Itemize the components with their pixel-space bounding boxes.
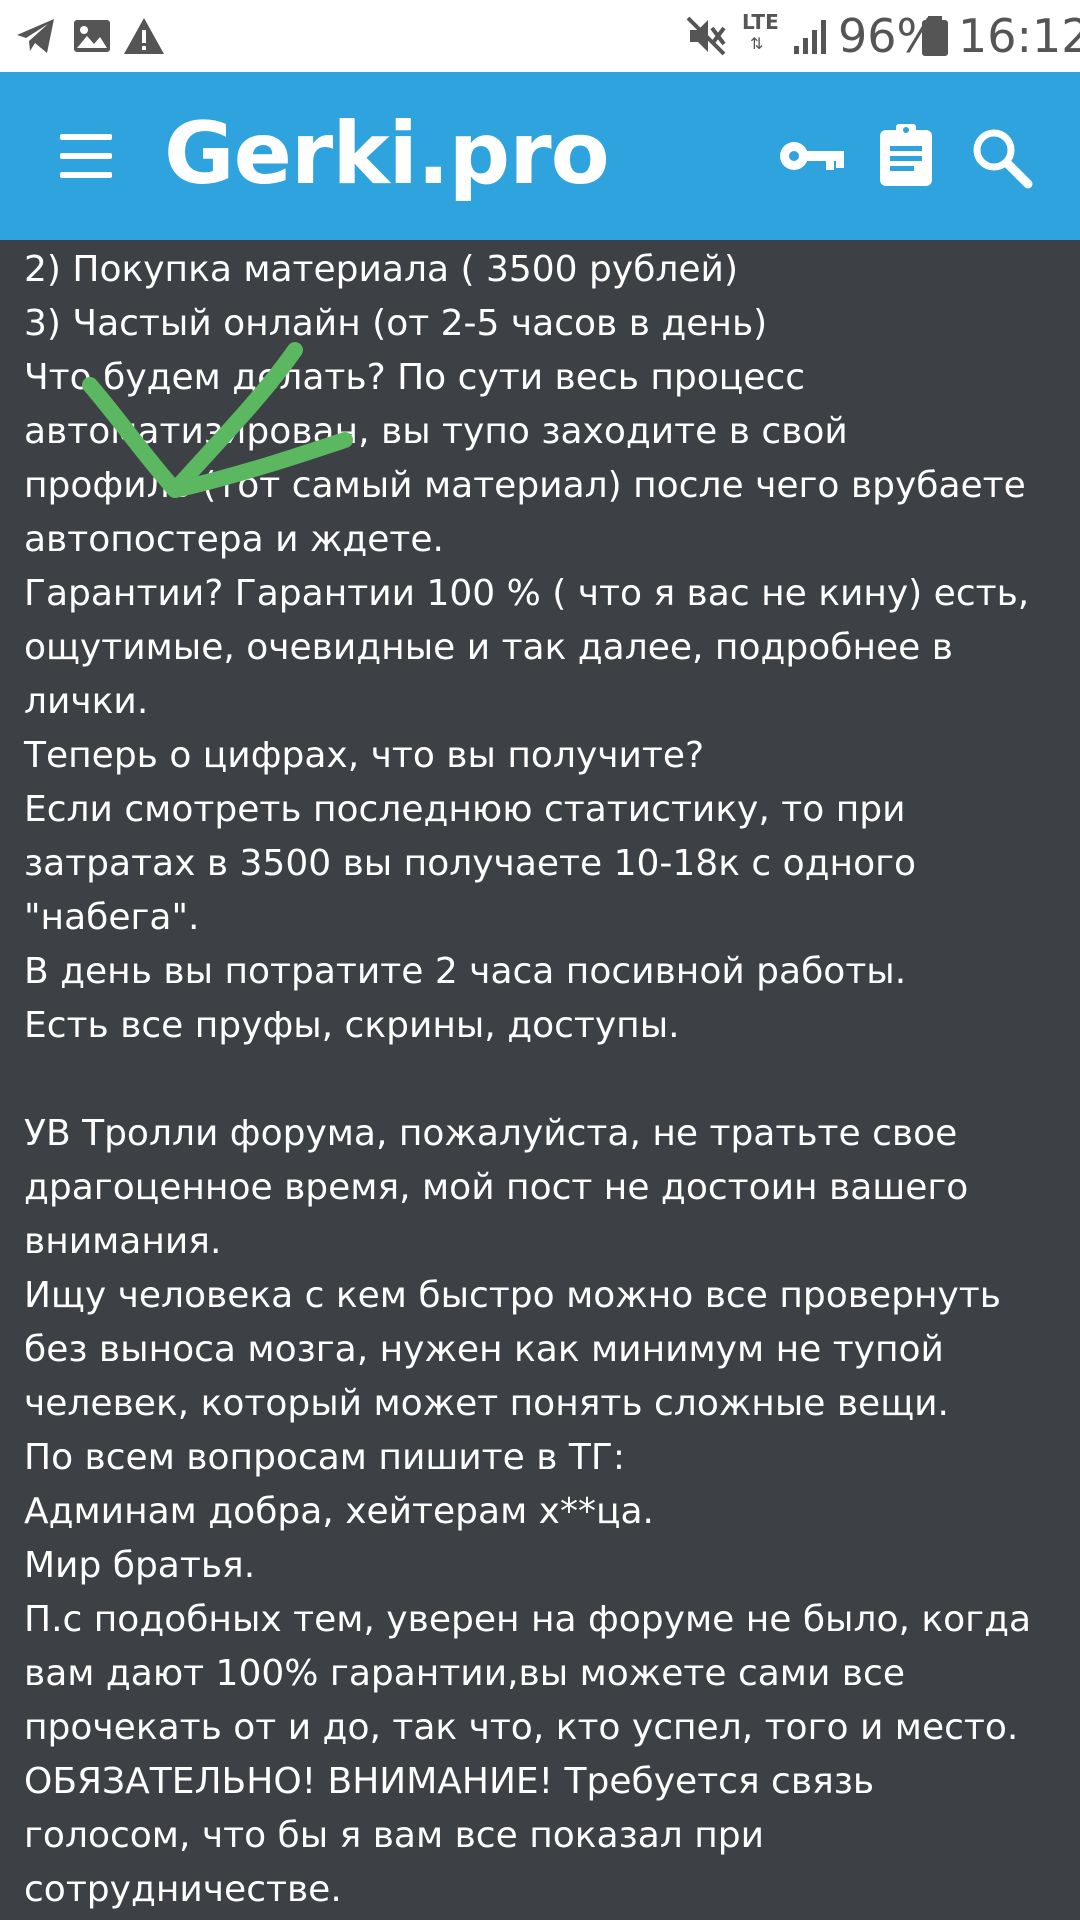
post-text-line: ощутимые, очевидные и так далее, подробн… (24, 627, 953, 668)
post-text-line: "набега". (24, 897, 200, 938)
key-icon[interactable] (776, 122, 848, 190)
post-text-line: Если смотреть последнюю статистику, то п… (24, 789, 906, 830)
menu-button[interactable] (56, 128, 116, 184)
post-text-line: ОБЯЗАТЕЛЬНО! ВНИМАНИЕ! Требуется связь (24, 1761, 875, 1802)
post-text-line: лички. (24, 681, 149, 722)
status-bar: LTE ⇅ 96% 16:12 (0, 0, 1080, 72)
telegram-icon (17, 19, 54, 53)
post-text-line: Админам добра, хейтерам х**ца. (24, 1491, 654, 1532)
post-text-line: 2) Покупка материала ( 3500 рублей) (24, 249, 738, 290)
post-text-line: автопостера и ждете. (24, 519, 444, 560)
post-text-line: автоматизирован, вы тупо заходите в свой (24, 411, 848, 452)
post-text-line: Что будем делать? По сути весь процесс (24, 357, 806, 398)
warning-icon (124, 18, 164, 54)
post-text-line: профиль (тот самый материал) после чего … (24, 465, 1026, 506)
post-text-line: Мир братья. (24, 1545, 256, 1586)
battery-icon (922, 16, 948, 56)
post-text-line: прочекать от и до, так что, кто успел, т… (24, 1707, 1019, 1748)
post-text-line: затратах в 3500 вы получаете 10-18к с од… (24, 843, 917, 884)
post-text-line: челевек, который может понять сложные ве… (24, 1383, 949, 1424)
post-text-line: Теперь о цифрах, что вы получите? (24, 735, 705, 776)
post-text-line: УВ Тролли форума, пожалуйста, не тратьте… (24, 1113, 958, 1154)
clock: 16:12 (958, 9, 1080, 63)
post-text-line: без выноса мозга, нужен как минимум не т… (24, 1329, 944, 1370)
post-text-line: внимания. (24, 1221, 222, 1262)
post-text-line: Есть все пруфы, скрины, доступы. (24, 1005, 680, 1046)
image-icon (74, 20, 110, 52)
search-icon[interactable] (966, 122, 1038, 190)
network-type: LTE (742, 10, 779, 34)
post-text-line: По всем вопросам пишите в ТГ: (24, 1437, 625, 1478)
post-text-line: П.с подобных тем, уверен на форуме не бы… (24, 1599, 1032, 1640)
site-title[interactable]: Gerki.pro (164, 102, 610, 206)
post-content: 2) Покупка материала ( 3500 рублей) 3) Ча… (24, 243, 1064, 1917)
post-text-line: драгоценное время, мой пост не достоин в… (24, 1167, 969, 1208)
menu-icon-line (60, 153, 112, 159)
post-text-line: Гарантии? Гарантии 100 % ( что я вас не … (24, 573, 1030, 614)
mute-icon (686, 16, 726, 56)
post-text-line: 3) Частый онлайн (от 2-5 часов в день) (24, 303, 768, 344)
data-activity-icon: ⇅ (750, 34, 764, 53)
post-text-line: В день вы потратите 2 часа посивной рабо… (24, 951, 907, 992)
menu-icon-line (60, 172, 112, 178)
screen: LTE ⇅ 96% 16:12 Gerki.pro 2) Покупка мат… (0, 0, 1080, 1920)
menu-icon-line (60, 134, 112, 140)
clipboard-icon[interactable] (870, 122, 942, 190)
signal-icon (794, 20, 826, 54)
post-text-line: вам дают 100% гарантии,вы можете сами вс… (24, 1653, 905, 1694)
post-text-line: Ищу человека с кем быстро можно все пров… (24, 1275, 1001, 1316)
app-bar: Gerki.pro (0, 72, 1080, 240)
post-text-line: голосом, что бы я вам все показал при (24, 1815, 765, 1856)
post-text-line: сотрудничестве. (24, 1869, 342, 1910)
